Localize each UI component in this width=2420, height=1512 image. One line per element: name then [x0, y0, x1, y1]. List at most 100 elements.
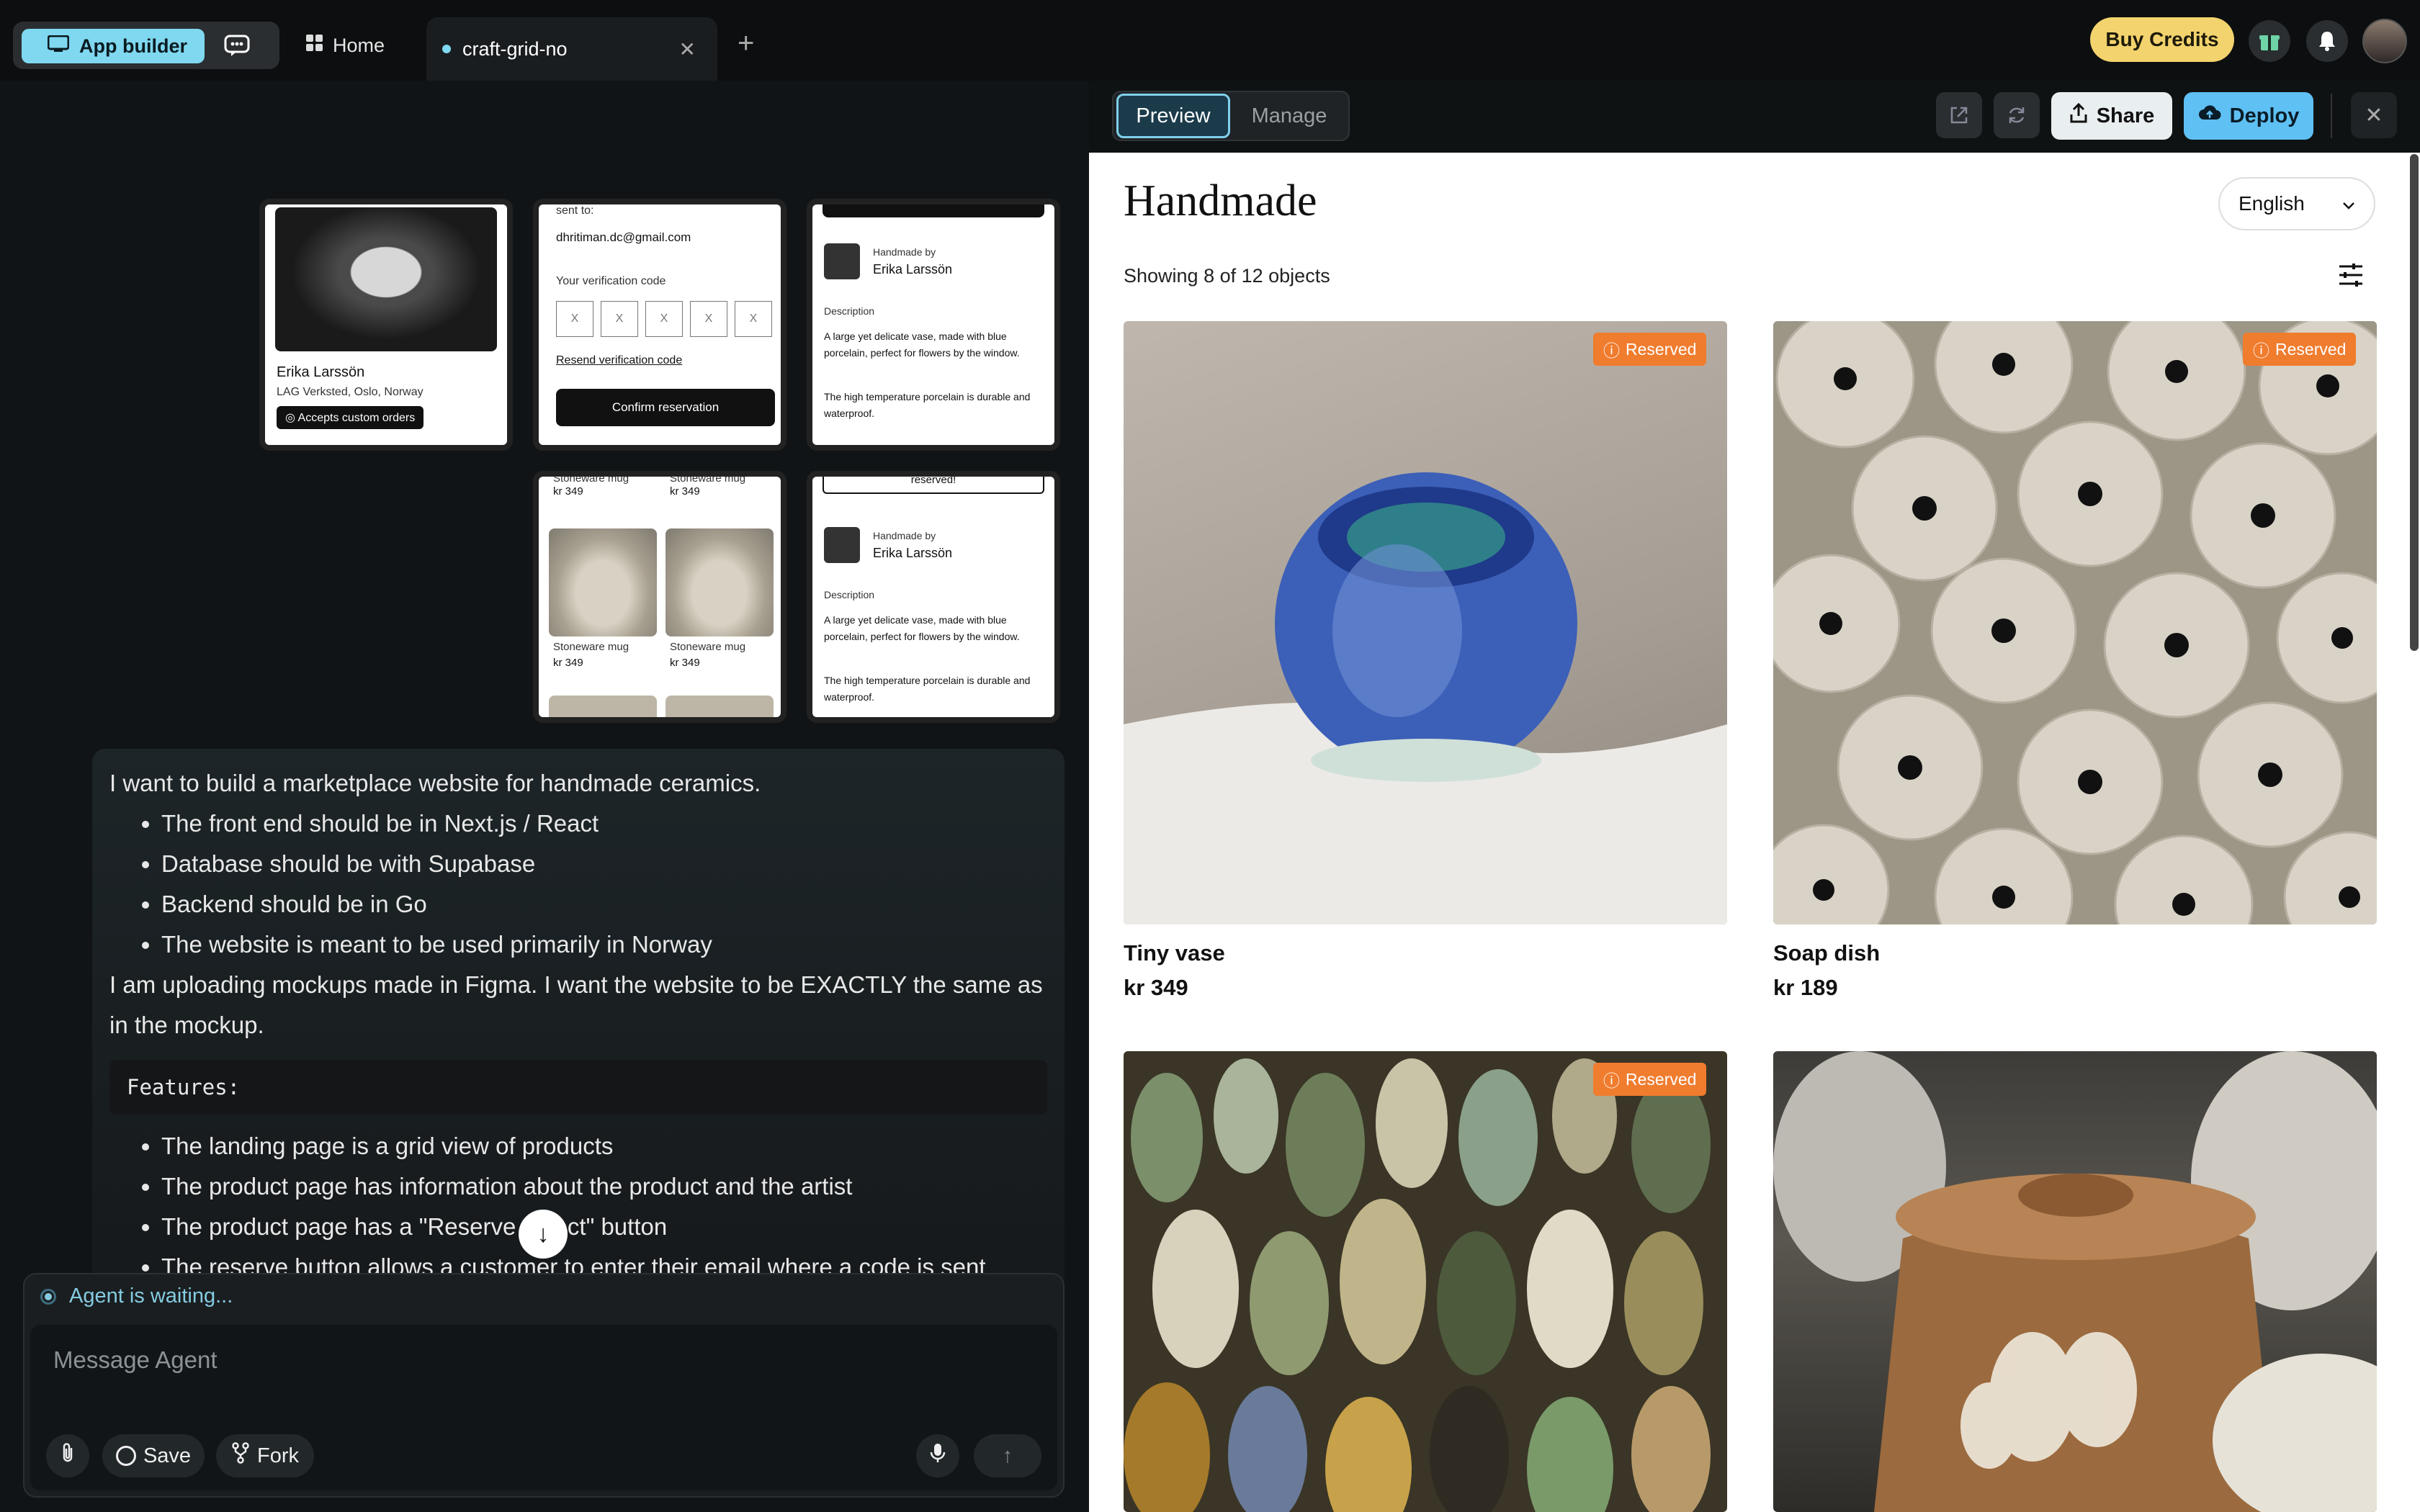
send-button[interactable]: ↑: [974, 1434, 1041, 1477]
new-tab-plus-icon[interactable]: +: [738, 27, 754, 60]
description-text-1: A large yet delicate vase, made with blu…: [824, 330, 1020, 359]
chevron-down-icon: [2342, 192, 2355, 215]
requirements-list: The front end should be in Next.js / Rea…: [161, 804, 1047, 965]
app-builder-label: App builder: [79, 35, 187, 57]
product-image-3[interactable]: [1124, 1051, 1727, 1512]
save-label: Save: [143, 1444, 192, 1467]
chat-icon[interactable]: [219, 32, 255, 60]
alert-circle-icon: ⓘ: [1603, 341, 1620, 360]
code-block: Features:: [109, 1060, 1047, 1115]
agent-status-text: Agent is waiting...: [69, 1284, 233, 1308]
product-name[interactable]: Soap dish: [1773, 940, 1880, 966]
fork-button[interactable]: Fork: [216, 1434, 314, 1477]
save-button[interactable]: Save: [102, 1434, 205, 1477]
mock-artist-thumb: [824, 243, 860, 279]
close-preview-icon[interactable]: ✕: [2351, 92, 2397, 138]
description-text-2: The high temperature porcelain is durabl…: [824, 391, 1031, 419]
tab-project-label: craft-grid-no: [462, 37, 568, 60]
buy-credits-button[interactable]: Buy Credits: [2090, 17, 2234, 62]
product-price: kr 189: [1773, 975, 1838, 1000]
fork-label: Fork: [257, 1444, 299, 1467]
reserved-badge: ⓘ Reserved: [1593, 333, 1707, 366]
filter-sliders-icon[interactable]: [2336, 261, 2365, 297]
description-text-1: A large yet delicate vase, made with blu…: [824, 614, 1020, 642]
language-select[interactable]: English: [2218, 177, 2375, 230]
refresh-icon[interactable]: [1994, 92, 2040, 138]
preview-scrollbar[interactable]: [2410, 154, 2419, 651]
results-count: Showing 8 of 12 objects: [1124, 265, 1330, 287]
upload-icon: [2069, 102, 2088, 129]
microphone-icon: [930, 1442, 946, 1470]
alert-circle-icon: ⓘ: [1603, 1071, 1620, 1090]
tab-preview[interactable]: Preview: [1116, 94, 1230, 138]
gift-icon[interactable]: [2249, 20, 2290, 62]
attach-button[interactable]: [46, 1434, 89, 1477]
mug-image: [549, 696, 657, 717]
bell-icon[interactable]: [2306, 20, 2348, 62]
arrow-up-icon: ↑: [1002, 1444, 1013, 1467]
status-dot-icon: [40, 1288, 56, 1305]
app-builder-button[interactable]: App builder: [22, 29, 205, 63]
description-text-2: The high temperature porcelain is durabl…: [824, 675, 1031, 703]
product-image-soap-dish[interactable]: [1773, 321, 2377, 924]
external-link-icon[interactable]: [1936, 92, 1982, 138]
mock-artist-name: Erika Larssön: [873, 546, 953, 560]
code-digit-box[interactable]: X: [645, 301, 683, 337]
mug-name: Stoneware mug: [553, 641, 629, 653]
tab-home[interactable]: Home: [305, 26, 413, 65]
confirm-reservation-button[interactable]: Confirm reservation: [556, 389, 775, 426]
code-digit-box[interactable]: X: [690, 301, 727, 337]
mug-name: Stoneware mug: [670, 641, 746, 653]
mug-price: kr 349: [670, 657, 700, 669]
mockup-description: Handmade by Erika Larssön Description A …: [807, 199, 1060, 451]
verify-sent-label: sent to:: [556, 204, 594, 217]
code-digit-box[interactable]: X: [556, 301, 593, 337]
microphone-button[interactable]: [916, 1434, 959, 1477]
mockup-description-reserved: reserved! Handmade by Erika Larssön Desc…: [807, 471, 1060, 723]
mug-name: Stoneware mug: [553, 472, 629, 485]
github-icon: [115, 1446, 136, 1466]
deploy-button[interactable]: Deploy: [2184, 92, 2313, 140]
grid-icon: [305, 34, 324, 58]
monitor-icon: [47, 35, 70, 58]
tab-home-label: Home: [333, 34, 385, 56]
code-digit-box[interactable]: X: [735, 301, 772, 337]
tab-manage[interactable]: Manage: [1239, 94, 1340, 138]
verify-email: dhritiman.dc@gmail.com: [556, 230, 691, 244]
product-name[interactable]: Tiny vase: [1124, 940, 1225, 966]
divider: [2331, 94, 2332, 138]
mug-price: kr 349: [553, 657, 583, 669]
list-item: Database should be with Supabase: [161, 844, 1047, 884]
mockup-verification: sent to: dhritiman.dc@gmail.com Your ver…: [533, 199, 786, 451]
description-label: Description: [824, 305, 875, 317]
close-icon[interactable]: ✕: [679, 37, 696, 61]
user-avatar[interactable]: [2362, 19, 2407, 63]
scroll-down-button[interactable]: ↓: [519, 1210, 568, 1259]
mug-image: [549, 528, 657, 636]
alert-circle-icon: ⓘ: [2253, 341, 2269, 360]
verify-code-inputs: X X X X X: [556, 301, 772, 337]
resend-code-link[interactable]: Resend verification code: [556, 354, 682, 367]
reserved-label: Reserved: [1626, 1069, 1697, 1089]
custom-orders-label: Accepts custom orders: [297, 412, 416, 424]
site-title: Handmade: [1124, 176, 1317, 225]
handmade-by-label: Handmade by: [873, 246, 936, 258]
list-item: The product page has information about t…: [161, 1166, 1047, 1207]
product-image-tiny-vase[interactable]: [1124, 321, 1727, 924]
share-button[interactable]: Share: [2051, 92, 2172, 140]
tab-project[interactable]: craft-grid-no ✕: [426, 17, 717, 81]
arrow-down-icon: ↓: [537, 1220, 550, 1248]
list-item: Backend should be in Go: [161, 884, 1047, 924]
product-image-4[interactable]: [1773, 1051, 2377, 1512]
artist-name: Erika Larssön: [277, 364, 365, 380]
code-digit-box[interactable]: X: [601, 301, 638, 337]
fork-icon: [231, 1442, 250, 1470]
language-value: English: [2238, 192, 2305, 215]
cloud-upload-icon: [2198, 104, 2221, 128]
mock-artist-name: Erika Larssön: [873, 262, 953, 276]
list-item: The front end should be in Next.js / Rea…: [161, 804, 1047, 844]
mockup-product-grid: Stoneware mug kr 349 Stoneware mug kr 34…: [533, 471, 786, 723]
message-paragraph: I am uploading mockups made in Figma. I …: [109, 971, 1043, 1038]
artist-photo: [275, 207, 497, 351]
mock-header-bar: [823, 204, 1044, 217]
